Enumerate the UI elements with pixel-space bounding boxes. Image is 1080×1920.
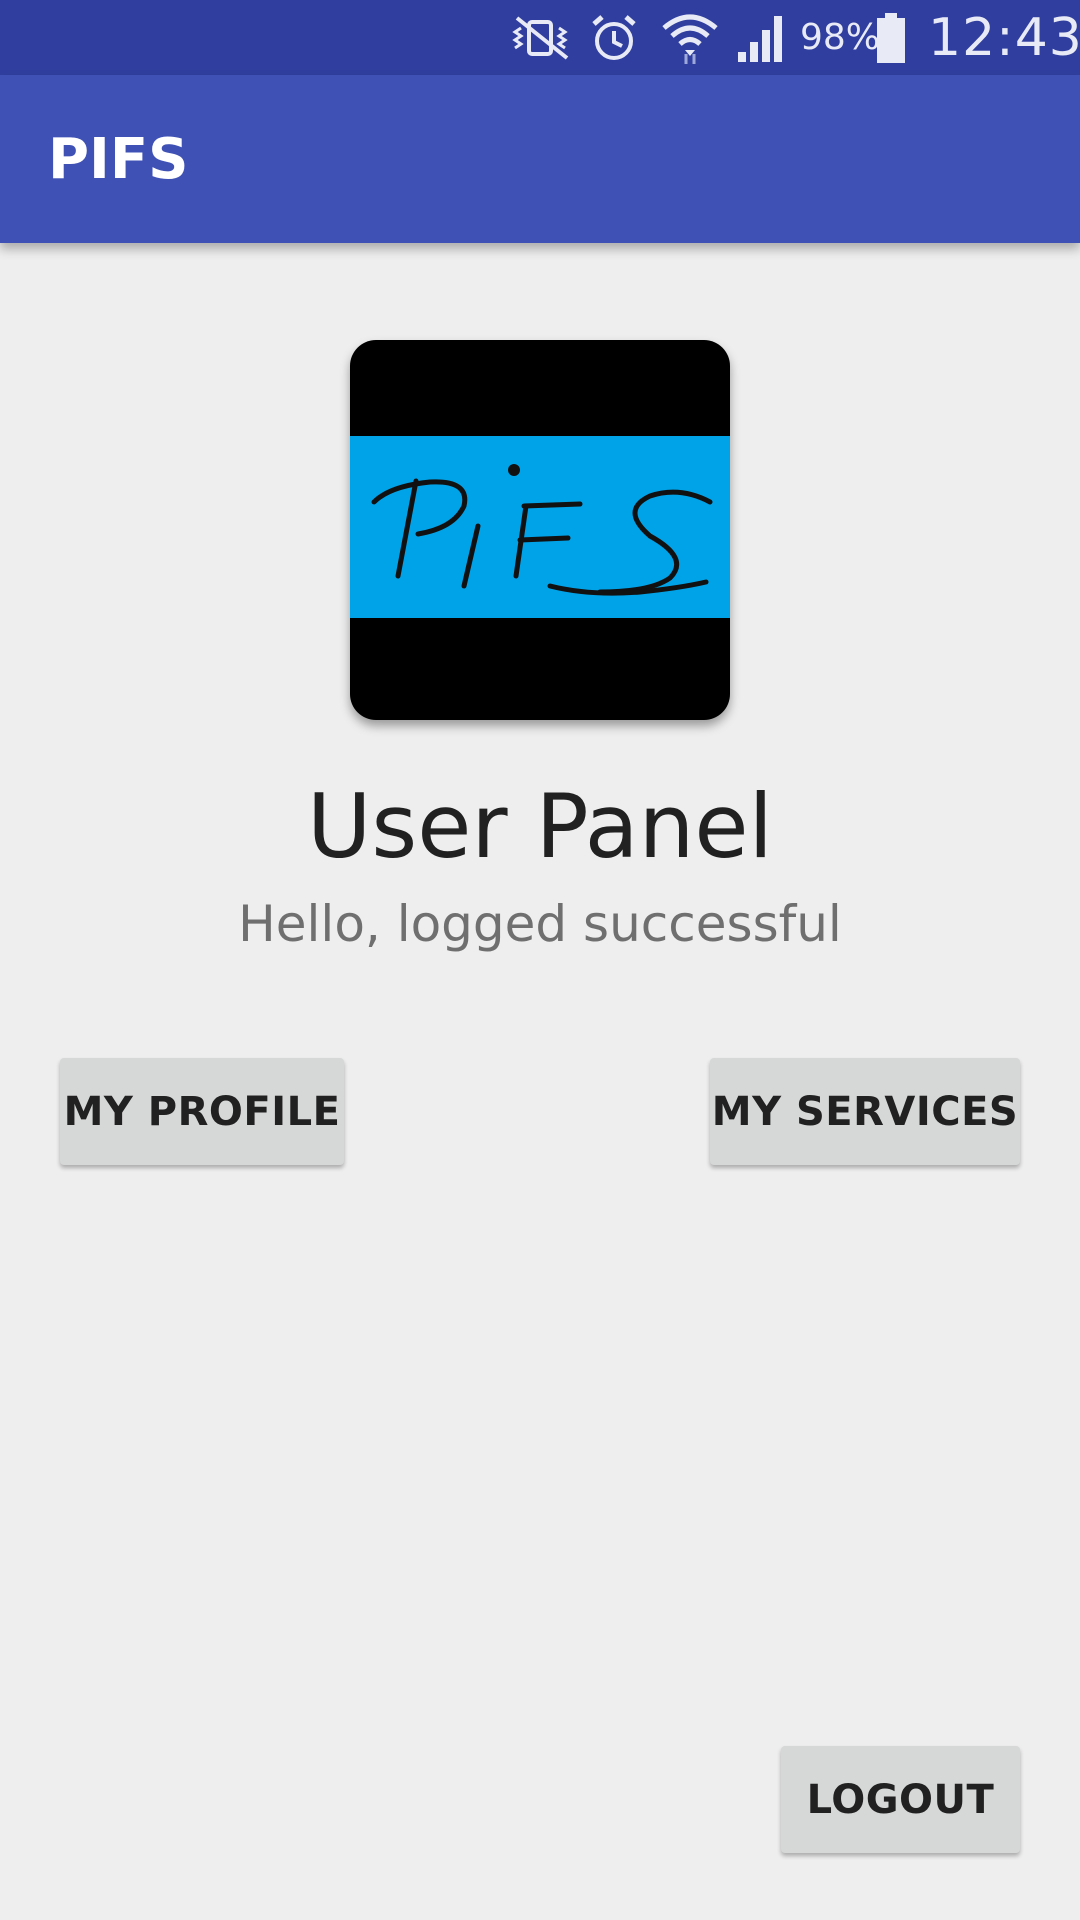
wifi-icon — [660, 0, 720, 75]
my-services-button[interactable]: MY SERVICES — [710, 1058, 1020, 1165]
page-title: User Panel — [307, 775, 773, 878]
app-title: PIFS — [48, 126, 189, 192]
logo-lettering — [371, 464, 713, 596]
signal-icon — [736, 0, 788, 75]
pifs-logo — [350, 340, 730, 720]
app-bar: PIFS — [0, 75, 1080, 243]
welcome-message: Hello, logged successful — [238, 895, 842, 953]
mute-vibrate-icon — [505, 0, 577, 75]
clock: 12:43 — [928, 7, 1080, 68]
alarm-icon — [588, 0, 640, 75]
logout-button[interactable]: LOGOUT — [781, 1746, 1020, 1853]
battery-percent: 98% — [800, 17, 881, 58]
battery-icon — [874, 0, 908, 75]
my-profile-button[interactable]: MY PROFILE — [60, 1058, 344, 1165]
status-bar: 98% 12:43 — [0, 0, 1080, 75]
